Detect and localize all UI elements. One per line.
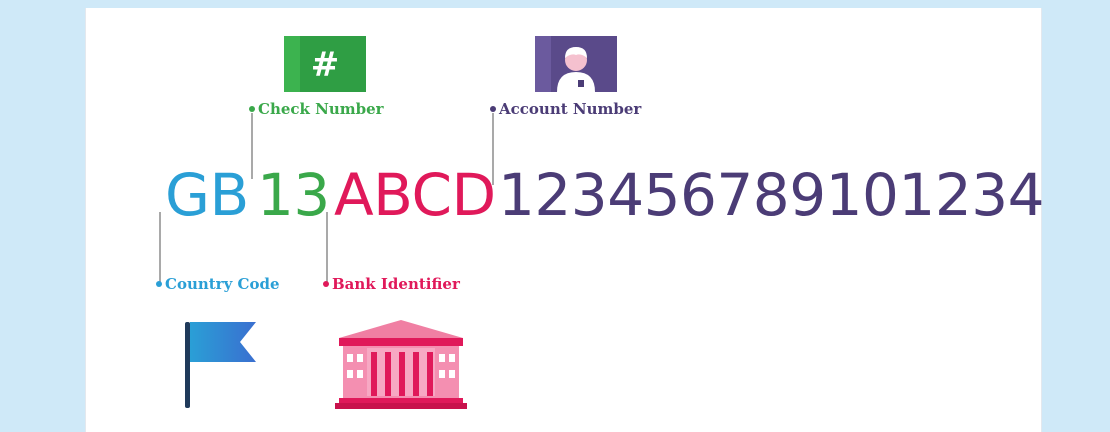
- flag-icon: [185, 322, 256, 408]
- account-number-label: Account Number: [490, 102, 641, 117]
- check-number-label: Check Number: [249, 102, 384, 117]
- bank-identifier-label: Bank Identifier: [323, 277, 460, 292]
- check-number-connector: [251, 113, 253, 179]
- person-ticket-icon: [535, 36, 617, 92]
- iban-bank-identifier: ABCD: [334, 161, 496, 229]
- country-code-dot: [156, 281, 162, 287]
- svg-text:#: #: [311, 45, 340, 85]
- bank-building-icon: [335, 320, 467, 409]
- iban-account-number: 123456789101234: [498, 161, 1045, 229]
- check-number-dot: [249, 106, 255, 112]
- iban-check-digits: 13: [257, 161, 330, 229]
- account-number-dot: [490, 106, 496, 112]
- country-code-connector: [159, 212, 161, 282]
- bank-identifier-dot: [323, 281, 329, 287]
- iban-country-code: GB: [165, 161, 249, 229]
- hash-ticket-icon: #: [284, 36, 366, 92]
- country-code-label: Country Code: [156, 277, 280, 292]
